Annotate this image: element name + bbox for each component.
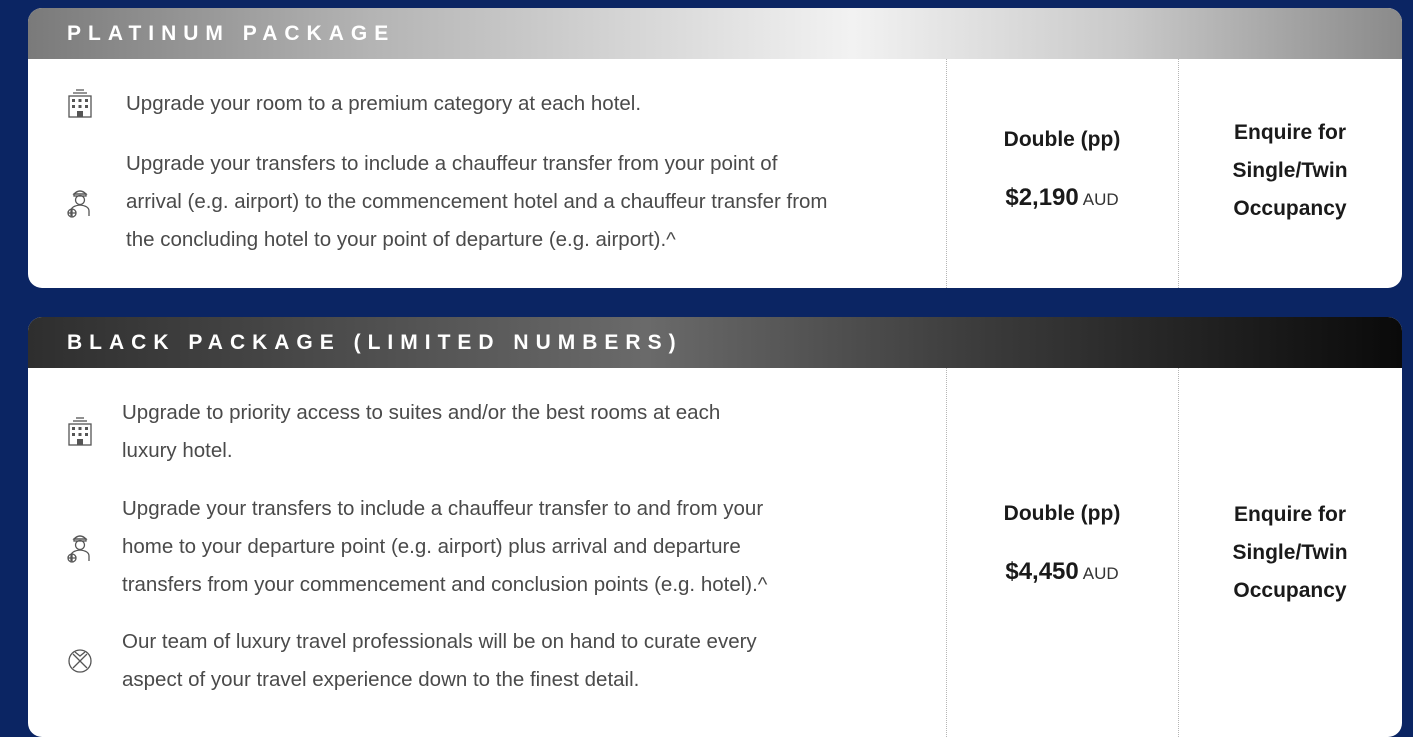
black-price-column: Double (pp) $4,450 AUD [946,368,1178,737]
platinum-enquire-column: Enquire for Single/Twin Occupancy [1178,59,1402,288]
black-package-card: BLACK PACKAGE (LIMITED NUMBERS) Upgrade … [28,317,1402,737]
platinum-package-body: Upgrade your room to a premium category … [28,59,1402,288]
black-currency: AUD [1082,564,1119,583]
platinum-price-column: Double (pp) $2,190 AUD [946,59,1178,288]
black-enquire-column: Enquire for Single/Twin Occupancy [1178,368,1402,737]
black-package-body: Upgrade to priority access to suites and… [28,368,1402,737]
black-price: $4,450 AUD [1005,558,1119,585]
platinum-feature-transfer-text: Upgrade your transfers to include a chau… [126,152,828,251]
platinum-price-label: Double (pp) [1003,128,1121,151]
black-price-label: Double (pp) [1003,502,1121,525]
platinum-enquire-text: Enquire for Single/Twin Occupancy [1232,121,1348,220]
chauffeur-icon [63,530,97,564]
chauffeur-icon [63,185,97,219]
platinum-currency: AUD [1082,190,1119,209]
concierge-icon [63,644,97,678]
black-feature-transfer-text: Upgrade your transfers to include a chau… [122,497,768,596]
black-feature-concierge: Our team of luxury travel professionals … [28,623,946,699]
platinum-feature-room-text: Upgrade your room to a premium category … [126,92,642,115]
hotel-icon [63,415,97,449]
platinum-package-title: PLATINUM PACKAGE [28,8,1402,59]
black-feature-room-text: Upgrade to priority access to suites and… [122,401,721,462]
black-feature-transfer: Upgrade your transfers to include a chau… [28,490,946,604]
platinum-package-card: PLATINUM PACKAGE Upgrade your room to a … [28,8,1402,288]
platinum-feature-room: Upgrade your room to a premium category … [28,85,946,123]
black-package-title: BLACK PACKAGE (LIMITED NUMBERS) [28,317,1402,368]
platinum-feature-transfer: Upgrade your transfers to include a chau… [28,145,946,259]
black-feature-room: Upgrade to priority access to suites and… [28,394,946,470]
platinum-price: $2,190 AUD [1005,184,1119,211]
black-feature-concierge-text: Our team of luxury travel professionals … [122,630,757,691]
black-enquire-text: Enquire for Single/Twin Occupancy [1232,503,1348,602]
hotel-icon [63,87,97,121]
